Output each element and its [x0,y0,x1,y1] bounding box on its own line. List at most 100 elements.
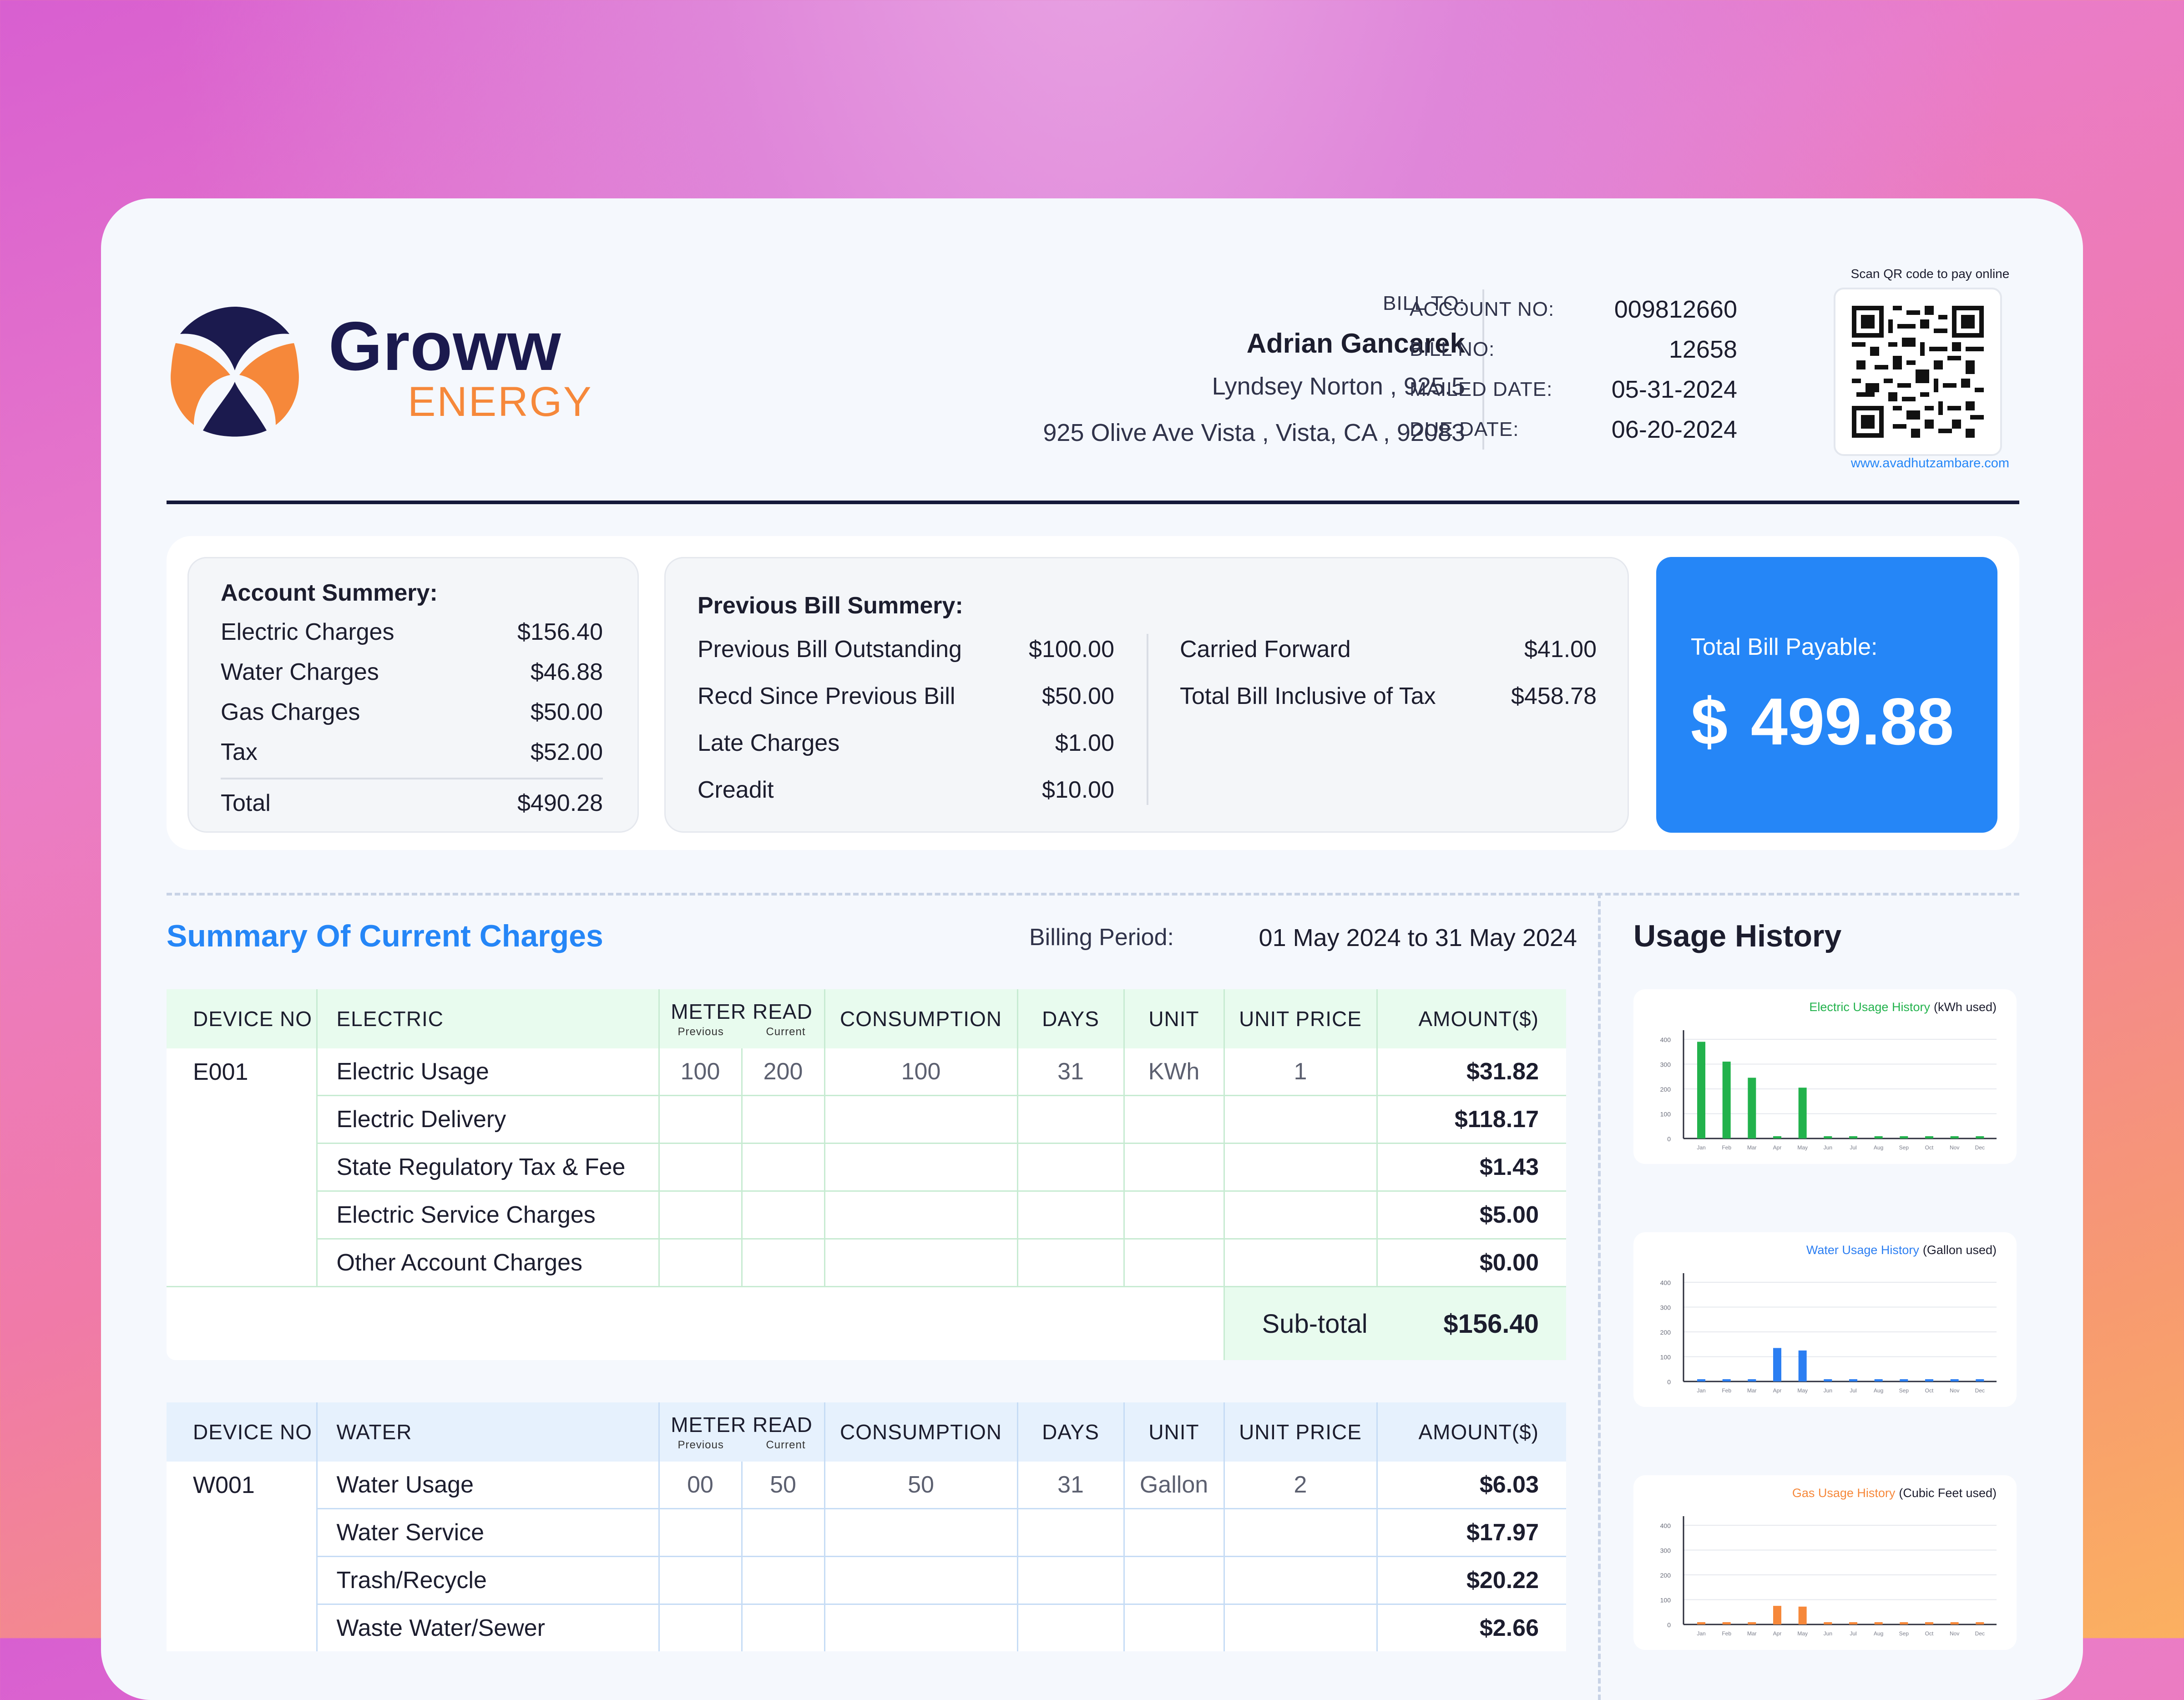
consumption-cell: 50 [824,1462,1018,1509]
prev-divider [1147,634,1148,805]
y-tick-label: 100 [1660,1354,1671,1361]
chart-title-series: Gas Usage History [1792,1486,1896,1500]
x-tick-label: Oct [1925,1630,1934,1637]
electric-table: DEVICE NO ELECTRIC METER READ Previous Cu… [167,989,1566,1360]
amount-cell: $6.03 [1377,1462,1566,1509]
y-tick-label: 200 [1660,1086,1671,1093]
y-tick-label: 0 [1667,1621,1671,1629]
curr-cell: 50 [742,1462,825,1509]
col-meter-read: METER READ Previous Current [659,989,825,1048]
prev-label: Total Bill Inclusive of Tax [1180,683,1436,709]
prev-label: Carried Forward [1180,636,1351,663]
column-divider [1598,893,1601,1700]
summary-value: $156.40 [517,619,603,645]
summary-row: Gas Charges $50.00 [221,692,603,732]
mailed-date-label: MAILED DATE: [1410,378,1553,400]
current-label: Current [766,1439,806,1451]
bill-card: Groww ENERGY BILL TO: Adrian Gancarek Ly… [101,198,2083,1700]
col-amount: AMOUNT($) [1418,1007,1539,1031]
x-tick-label: Nov [1950,1387,1959,1394]
billing-period-label: Billing Period: [1029,924,1174,951]
x-tick-label: Mar [1747,1144,1757,1151]
desc-cell: Water Usage [317,1462,660,1509]
desc-cell: Electric Delivery [317,1095,660,1144]
y-tick-label: 400 [1660,1036,1671,1043]
bar [1748,1622,1756,1624]
subtotal-row: Sub-total $156.40 [167,1286,1566,1360]
qr-url[interactable]: www.avadhutzambare.com [1825,456,2035,471]
y-tick-label: 200 [1660,1572,1671,1579]
prev-row: Previous Bill Outstanding $100.00 [698,626,1114,673]
summary-label: Electric Charges [221,619,394,645]
col-device-no: DEVICE NO [167,1402,318,1462]
meter-read-label: METER READ [671,1413,813,1437]
summary-value: $52.00 [530,739,603,765]
prev-label: Recd Since Previous Bill [698,683,956,709]
col-days: DAYS [1017,989,1125,1048]
x-tick-label: Sep [1899,1144,1909,1151]
bar [1798,1606,1807,1624]
chart-title: Gas Usage History (Cubic Feet used) [1792,1486,1997,1500]
previous-label: Previous [677,1026,724,1038]
curr-cell: 200 [742,1048,825,1096]
bar [1900,1379,1908,1381]
bar [1950,1622,1959,1624]
prev-row: Creadit $10.00 [698,766,1114,813]
bill-to-line2: 925 Olive Ave Vista , Vista, CA , 92083 [1043,419,1465,446]
qr-frame[interactable] [1834,288,2002,456]
col-consumption: CONSUMPTION [824,1402,1018,1462]
chart-title: Electric Usage History (kWh used) [1809,1000,1997,1014]
x-tick-label: Jul [1850,1144,1856,1151]
x-tick-label: Feb [1722,1630,1731,1637]
unit-cell: Gallon [1124,1462,1225,1509]
y-tick-label: 300 [1660,1547,1671,1554]
x-tick-label: Jan [1697,1630,1705,1637]
col-device-no: DEVICE NO [167,989,318,1048]
prev-value: $1.00 [1055,729,1114,756]
x-tick-label: Feb [1722,1387,1731,1394]
bar [1824,1379,1832,1381]
x-tick-label: Oct [1925,1144,1934,1151]
prev-row: Recd Since Previous Bill $50.00 [698,673,1114,719]
bar [1798,1088,1807,1138]
col-unit-price: UNIT PRICE [1224,1402,1378,1462]
bar [1697,1042,1705,1138]
summary-total-value: $490.28 [517,790,603,816]
table-header: DEVICE NO ELECTRIC METER READ Previous Cu… [167,989,1566,1048]
bar [1773,1348,1781,1381]
subtotal-value: $156.40 [1443,1309,1539,1339]
account-no-row: ACCOUNT NO: 009812660 [1410,289,1737,329]
x-tick-label: Feb [1722,1144,1731,1151]
currency-symbol: $ [1691,684,1728,759]
desc-cell: Other Account Charges [317,1239,660,1287]
previous-label: Previous [677,1439,724,1451]
desc-cell: Electric Service Charges [317,1191,660,1240]
days-cell: 31 [1017,1462,1125,1509]
amount-cell: $5.00 [1377,1191,1566,1240]
billing-period-value: 01 May 2024 to 31 May 2024 [1259,924,1577,951]
x-tick-label: Apr [1773,1630,1782,1637]
current-charges-title: Summary Of Current Charges [167,919,603,953]
amount-cell: $20.22 [1377,1556,1566,1605]
col-consumption: CONSUMPTION [824,989,1018,1048]
col-unit: UNIT [1124,1402,1225,1462]
col-category: WATER [317,1402,660,1462]
y-tick-label: 300 [1660,1061,1671,1068]
col-amount: AMOUNT($) [1418,1420,1539,1444]
x-tick-label: Oct [1925,1387,1934,1394]
desc-cell: Trash/Recycle [317,1556,660,1605]
x-tick-label: Nov [1950,1144,1959,1151]
col-meter-read: METER READ Previous Current [659,1402,825,1462]
bar [1748,1078,1756,1138]
y-tick-label: 100 [1660,1597,1671,1604]
desc-cell: Water Service [317,1508,660,1557]
electric-usage-chart: Electric Usage History (kWh used) 0 100 200 3… [1633,989,2017,1164]
qr-code-icon [1852,306,1984,438]
bar [1773,1606,1781,1624]
table-row: Waste Water/Sewer $2.66 [167,1604,1566,1651]
water-table: DEVICE NO WATER METER READ Previous Curre… [167,1402,1566,1651]
previous-bill-summary: Previous Bill Summery: Previous Bill Out… [664,557,1629,833]
summary-row: Electric Charges $156.40 [221,612,603,652]
bar [1925,1379,1933,1381]
col-unit-price: UNIT PRICE [1224,989,1378,1048]
